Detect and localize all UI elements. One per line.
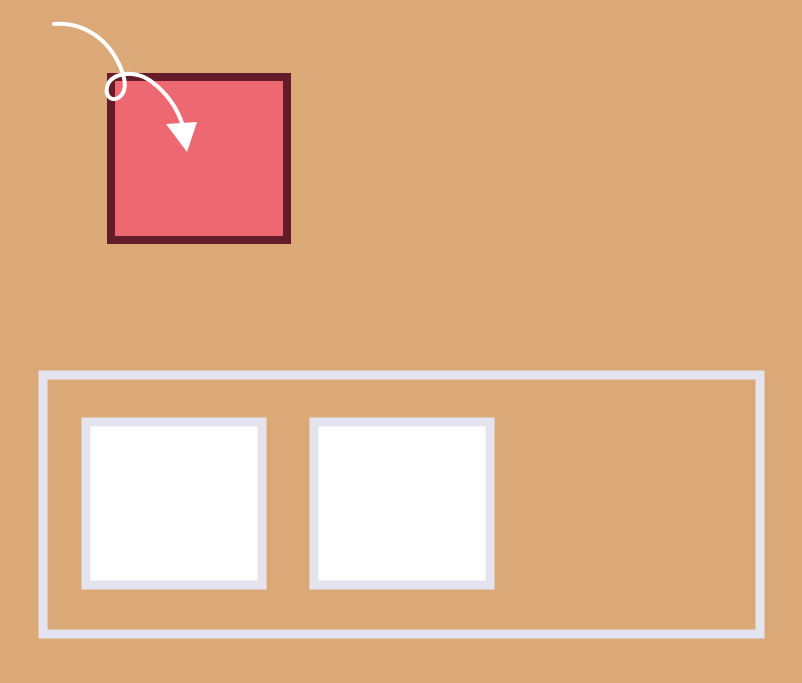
dragged-block[interactable]: [107, 73, 291, 244]
container-slot-1[interactable]: [81, 417, 267, 590]
container-slot-2[interactable]: [309, 417, 495, 590]
canvas: [0, 0, 802, 683]
